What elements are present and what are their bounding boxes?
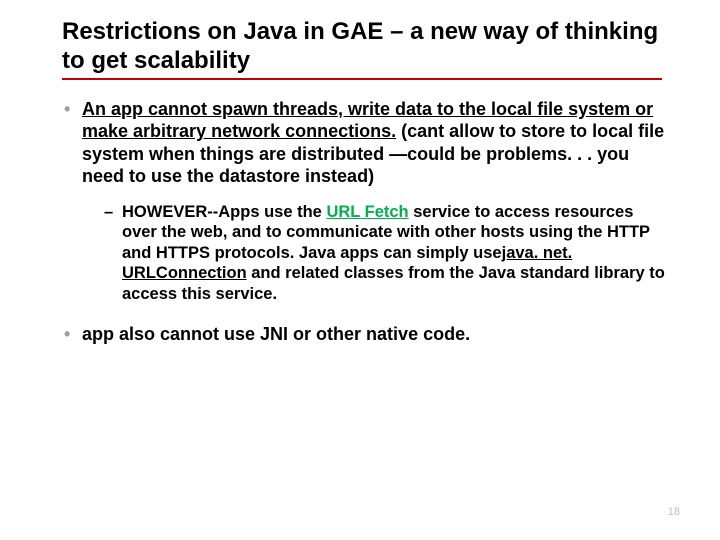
url-fetch-link[interactable]: URL Fetch [326, 203, 408, 221]
bullet-list: An app cannot spawn threads, write data … [62, 98, 670, 346]
bullet-1: An app cannot spawn threads, write data … [62, 98, 670, 305]
sub-bullet-1: HOWEVER--Apps use the URL Fetch service … [104, 202, 670, 305]
page-number: 18 [668, 506, 680, 518]
slide: Restrictions on Java in GAE – a new way … [0, 0, 720, 540]
sub-list: HOWEVER--Apps use the URL Fetch service … [82, 202, 670, 305]
bullet-2: app also cannot use JNI or other native … [62, 323, 670, 346]
sub-pre: HOWEVER--Apps use the [122, 203, 326, 221]
slide-title: Restrictions on Java in GAE – a new way … [62, 18, 662, 80]
